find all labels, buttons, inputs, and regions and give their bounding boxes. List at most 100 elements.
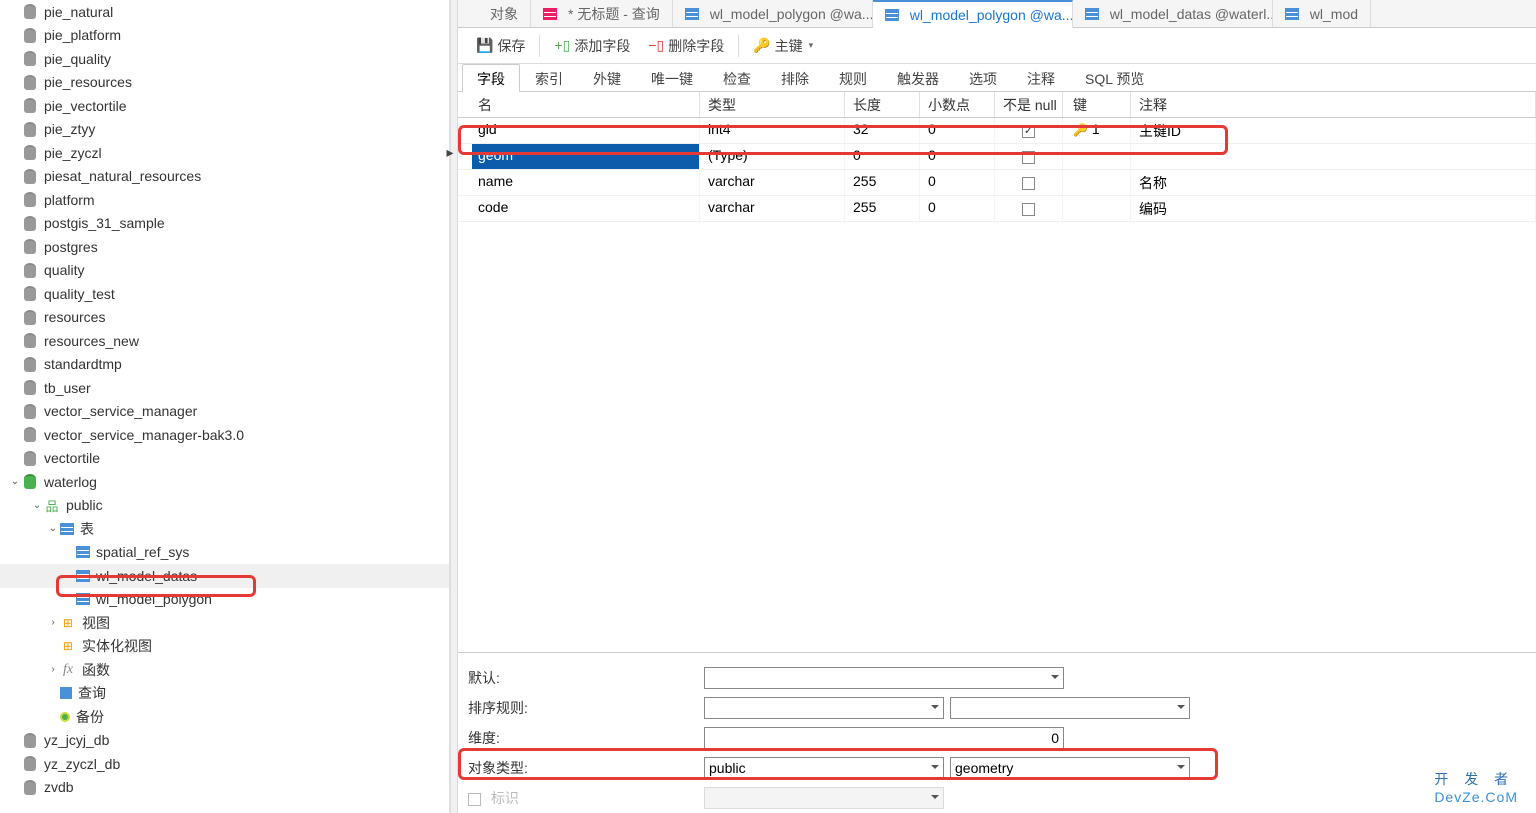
cell-dec[interactable]: 0 <box>920 196 995 221</box>
tables-folder[interactable]: ⌄ 表 <box>0 517 449 541</box>
functions-folder[interactable]: › fx 函数 <box>0 658 449 682</box>
db-quality_test[interactable]: quality_test <box>0 282 449 306</box>
save-button[interactable]: 💾 保存 <box>468 32 533 60</box>
db-pie_vectortile[interactable]: pie_vectortile <box>0 94 449 118</box>
cell-comment[interactable] <box>1131 144 1536 169</box>
db-tb_user[interactable]: tb_user <box>0 376 449 400</box>
db-yz_jcyj_db[interactable]: yz_jcyj_db <box>0 729 449 753</box>
cell-name[interactable]: name <box>458 170 700 195</box>
col-null[interactable]: 不是 null <box>995 92 1063 117</box>
cell-key[interactable] <box>1063 170 1131 195</box>
db-postgis_31_sample[interactable]: postgis_31_sample <box>0 212 449 236</box>
tab-table[interactable]: wl_model_polygon @wa... <box>673 0 873 27</box>
objtype-type-select[interactable]: geometry <box>950 757 1190 779</box>
matviews-folder[interactable]: › ⊞ 实体化视图 <box>0 635 449 659</box>
notnull-checkbox[interactable] <box>1022 151 1035 164</box>
cell-comment[interactable]: 主键ID <box>1131 118 1536 143</box>
cell-comment[interactable]: 编码 <box>1131 196 1536 221</box>
dimension-input[interactable] <box>704 727 1064 749</box>
db-pie_quality[interactable]: pie_quality <box>0 47 449 71</box>
table-spatial_ref_sys[interactable]: spatial_ref_sys <box>0 541 449 565</box>
collation-name-select[interactable] <box>950 697 1190 719</box>
cell-dec[interactable]: 0 <box>920 118 995 143</box>
cell-dec[interactable]: 0 <box>920 170 995 195</box>
tab-table[interactable]: wl_mod <box>1273 0 1371 27</box>
db-zvdb[interactable]: zvdb <box>0 776 449 800</box>
tab-design[interactable]: wl_model_polygon @wa... <box>873 0 1073 28</box>
cell-null[interactable] <box>995 118 1063 143</box>
cell-comment[interactable]: 名称 <box>1131 170 1536 195</box>
db-piesat_natural_resources[interactable]: piesat_natural_resources <box>0 165 449 189</box>
db-resources_new[interactable]: resources_new <box>0 329 449 353</box>
cell-len[interactable]: 0 <box>845 144 920 169</box>
db-vector_service_manager[interactable]: vector_service_manager <box>0 400 449 424</box>
db-vector_service_manager-bak3.0[interactable]: vector_service_manager-bak3.0 <box>0 423 449 447</box>
queries-folder[interactable]: › 查询 <box>0 682 449 706</box>
table-wl_model_datas[interactable]: wl_model_datas <box>0 564 449 588</box>
collation-schema-select[interactable] <box>704 697 944 719</box>
default-select[interactable] <box>704 667 1064 689</box>
col-len[interactable]: 长度 <box>845 92 920 117</box>
fieldtab-SQL 预览[interactable]: SQL 预览 <box>1070 64 1159 91</box>
tab-table[interactable]: wl_model_datas @waterl... <box>1073 0 1273 27</box>
cell-null[interactable] <box>995 196 1063 221</box>
db-pie_natural[interactable]: pie_natural <box>0 0 449 24</box>
table-wl_model_polygon[interactable]: wl_model_polygon <box>0 588 449 612</box>
tab-obj[interactable]: 对象 <box>478 0 531 27</box>
field-row[interactable]: codevarchar2550 编码 <box>458 196 1536 222</box>
views-folder[interactable]: › ⊞ 视图 <box>0 611 449 635</box>
schema-public[interactable]: ⌄ 品 public <box>0 494 449 518</box>
cell-key[interactable]: 🔑 1 <box>1063 118 1131 143</box>
col-key[interactable]: 键 <box>1063 92 1131 117</box>
col-dec[interactable]: 小数点 <box>920 92 995 117</box>
fieldtab-选项[interactable]: 选项 <box>954 64 1012 91</box>
vertical-splitter[interactable] <box>450 0 458 813</box>
fieldtab-索引[interactable]: 索引 <box>520 64 578 91</box>
cell-name[interactable]: code <box>458 196 700 221</box>
fieldtab-外键[interactable]: 外键 <box>578 64 636 91</box>
cell-dec[interactable]: 0 <box>920 144 995 169</box>
fieldtab-唯一键[interactable]: 唯一键 <box>636 64 708 91</box>
notnull-checkbox[interactable] <box>1022 177 1035 190</box>
db-pie_zyczl[interactable]: pie_zyczl <box>0 141 449 165</box>
db-quality[interactable]: quality <box>0 259 449 283</box>
db-yz_zyczl_db[interactable]: yz_zyczl_db <box>0 752 449 776</box>
col-type[interactable]: 类型 <box>700 92 845 117</box>
col-comment[interactable]: 注释 <box>1131 92 1536 117</box>
notnull-checkbox[interactable] <box>1022 203 1035 216</box>
db-pie_resources[interactable]: pie_resources <box>0 71 449 95</box>
cell-name[interactable]: gid <box>458 118 700 143</box>
fieldtab-字段[interactable]: 字段 <box>462 64 520 92</box>
db-resources[interactable]: resources <box>0 306 449 330</box>
db-postgres[interactable]: postgres <box>0 235 449 259</box>
objtype-schema-select[interactable]: public <box>704 757 944 779</box>
col-name[interactable]: 名 <box>458 92 700 117</box>
db-standardtmp[interactable]: standardtmp <box>0 353 449 377</box>
fieldtab-触发器[interactable]: 触发器 <box>882 64 954 91</box>
cell-null[interactable] <box>995 170 1063 195</box>
db-vectortile[interactable]: vectortile <box>0 447 449 471</box>
tab-query[interactable]: * 无标题 - 查询 <box>531 0 673 27</box>
cell-type[interactable]: varchar <box>700 196 845 221</box>
db-waterlog[interactable]: ⌄ waterlog <box>0 470 449 494</box>
primary-key-button[interactable]: 🔑 主键 ▾ <box>745 32 821 60</box>
notnull-checkbox[interactable] <box>1022 125 1035 138</box>
cell-name[interactable]: geom <box>472 144 700 169</box>
cell-type[interactable]: int4 <box>700 118 845 143</box>
field-row[interactable]: ▸geom(Type)00 <box>458 144 1536 170</box>
db-platform[interactable]: platform <box>0 188 449 212</box>
cell-len[interactable]: 255 <box>845 170 920 195</box>
cell-len[interactable]: 255 <box>845 196 920 221</box>
cell-len[interactable]: 32 <box>845 118 920 143</box>
cell-key[interactable] <box>1063 196 1131 221</box>
delete-field-button[interactable]: −▯ 删除字段 <box>640 32 732 60</box>
field-row[interactable]: gidint4320 🔑 1主键ID <box>458 118 1536 144</box>
fieldtab-注释[interactable]: 注释 <box>1012 64 1070 91</box>
cell-type[interactable]: varchar <box>700 170 845 195</box>
db-pie_ztyy[interactable]: pie_ztyy <box>0 118 449 142</box>
fieldtab-检查[interactable]: 检查 <box>708 64 766 91</box>
db-pie_platform[interactable]: pie_platform <box>0 24 449 48</box>
cell-null[interactable] <box>995 144 1063 169</box>
backup-folder[interactable]: › 备份 <box>0 705 449 729</box>
field-row[interactable]: namevarchar2550 名称 <box>458 170 1536 196</box>
